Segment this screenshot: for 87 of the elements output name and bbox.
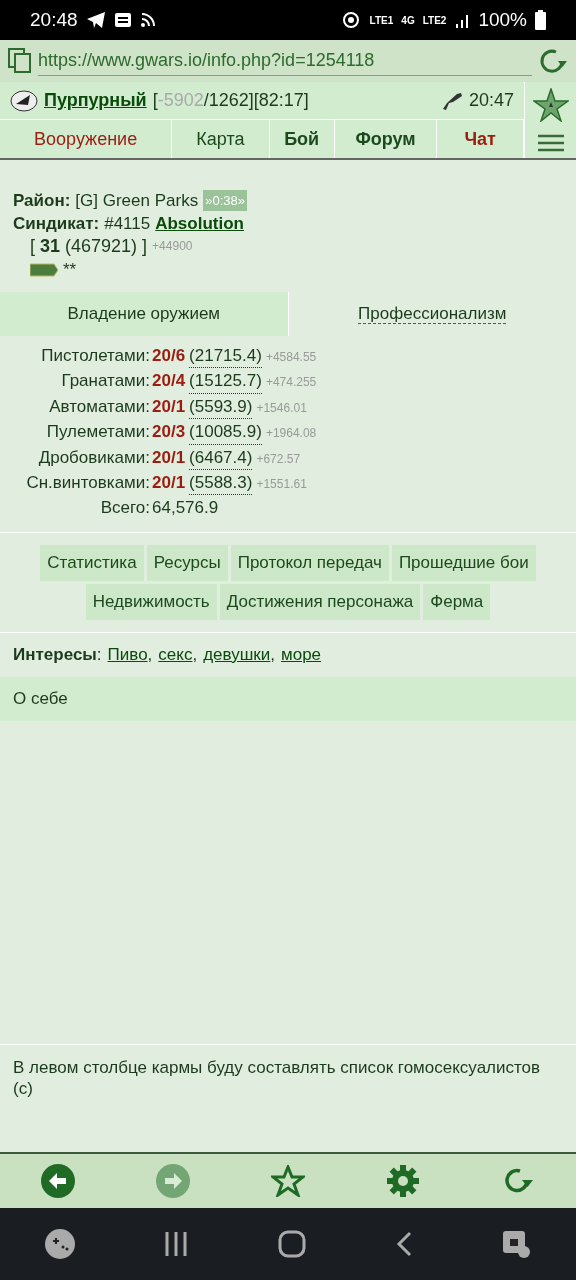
skill-points: (5588.3)	[189, 471, 253, 496]
skill-points: (10085.9)	[189, 420, 262, 445]
player-name-link[interactable]: Пурпурный	[44, 90, 147, 111]
interest-link[interactable]: секс	[158, 644, 193, 665]
section-link[interactable]: Статистика	[40, 544, 144, 581]
server-time: 20:47	[468, 90, 514, 111]
network-label: LTE2	[422, 14, 447, 26]
skill-points: (21715.4)	[189, 344, 262, 369]
network-label: 4G	[401, 14, 415, 26]
about-text: В левом столбце кармы буду составлять список гомосексуалистов (с)	[13, 1058, 541, 1098]
skill-name: Сн.винтовками:	[25, 472, 150, 495]
rank-stars: **	[63, 259, 77, 280]
star-icon[interactable]	[270, 1165, 305, 1197]
skill-gain: +474.255	[265, 374, 317, 392]
section-link[interactable]: Недвижимость	[85, 583, 217, 620]
syndicate-level: 31	[40, 236, 61, 257]
section-link[interactable]: Ферма	[423, 583, 491, 620]
skill-name: Гранатами:	[60, 370, 150, 393]
interest-link[interactable]: море	[281, 644, 322, 665]
star-icon[interactable]	[532, 88, 569, 122]
player-stats: [-5902/1262][82:17]	[152, 90, 309, 111]
skill-name: Пулеметами:	[45, 421, 150, 444]
news-icon	[113, 11, 132, 29]
skill-gain: +4584.55	[265, 349, 317, 366]
skill-level: 20/4	[152, 370, 186, 393]
skill-gain: +1551.61	[256, 476, 307, 494]
battery-icon	[535, 10, 546, 30]
syndicate-label: Синдикат:	[13, 213, 100, 234]
colon: :	[96, 644, 102, 665]
back-icon[interactable]	[395, 1231, 412, 1257]
total-value: 64,576.9	[152, 497, 219, 520]
network-label: LTE1	[369, 14, 394, 26]
points-gain: +44900	[152, 238, 193, 255]
bracket: [	[30, 236, 35, 257]
skill-level: 20/6	[152, 345, 186, 367]
district-label: Район:	[13, 190, 71, 211]
section-link[interactable]: Достижения персонажа	[219, 583, 421, 620]
settings-icon[interactable]	[386, 1164, 421, 1198]
section-link[interactable]: Прошедшие бои	[391, 544, 536, 581]
about-heading: О себе	[0, 676, 576, 721]
avatar-icon	[10, 89, 38, 112]
timer-badge: »0:38»	[203, 190, 247, 211]
rank-icon	[30, 261, 58, 278]
nav-link[interactable]: Форум	[334, 120, 438, 158]
syndicate-points: (467921) ]	[65, 236, 148, 257]
nav-link[interactable]: Вооружение	[0, 120, 173, 158]
game-launcher-icon[interactable]	[44, 1229, 75, 1259]
interests-label: Интересы	[13, 644, 97, 665]
recents-icon[interactable]	[164, 1232, 189, 1256]
battery-level: 100%	[478, 9, 527, 31]
skill-gain: +1546.01	[256, 399, 307, 417]
skill-level: 20/1	[152, 446, 186, 469]
skill-name: Автоматами:	[48, 395, 150, 418]
skill-points: (6467.4)	[189, 445, 253, 471]
interest-link[interactable]: Пиво	[107, 644, 148, 665]
tab[interactable]: Владение оружием	[0, 292, 288, 336]
skill-level: 20/1	[152, 395, 186, 418]
signal-icon	[454, 12, 471, 28]
syndicate-link[interactable]: Absolution	[155, 213, 244, 234]
skill-points: (5593.9)	[189, 394, 253, 420]
skill-gain: +672.57	[256, 450, 301, 468]
syndicate-number: #4115	[104, 213, 151, 234]
skill-gain: +1964.08	[265, 425, 317, 443]
total-label: Всего:	[99, 497, 150, 520]
rss-icon	[139, 12, 156, 28]
section-link[interactable]: Протокол передач	[230, 544, 389, 581]
screen-lock-icon[interactable]	[501, 1229, 532, 1259]
skill-points: (15125.7)	[189, 369, 262, 394]
skill-level: 20/1	[152, 472, 186, 495]
district-name: [G] Green Parks	[75, 190, 199, 211]
section-link[interactable]: Ресурсы	[146, 544, 228, 581]
clock: 20:48	[30, 9, 78, 31]
comma: ,	[192, 644, 198, 665]
comma: ,	[147, 644, 153, 665]
telegram-icon	[85, 11, 106, 29]
skill-name: Дробовиками:	[37, 446, 150, 469]
skill-level: 20/3	[152, 421, 186, 444]
nav-link[interactable]: Карта	[172, 120, 270, 158]
nav-link[interactable]: Чат	[437, 120, 524, 158]
home-icon[interactable]	[278, 1230, 306, 1258]
interest-link[interactable]: девушки	[203, 644, 271, 665]
skill-name: Пистолетами:	[40, 345, 150, 367]
tabs-icon[interactable]	[8, 48, 32, 74]
comma: ,	[270, 644, 275, 665]
nav-link[interactable]: Бой	[269, 120, 335, 158]
back-icon[interactable]	[40, 1164, 75, 1198]
menu-icon[interactable]	[537, 134, 564, 152]
